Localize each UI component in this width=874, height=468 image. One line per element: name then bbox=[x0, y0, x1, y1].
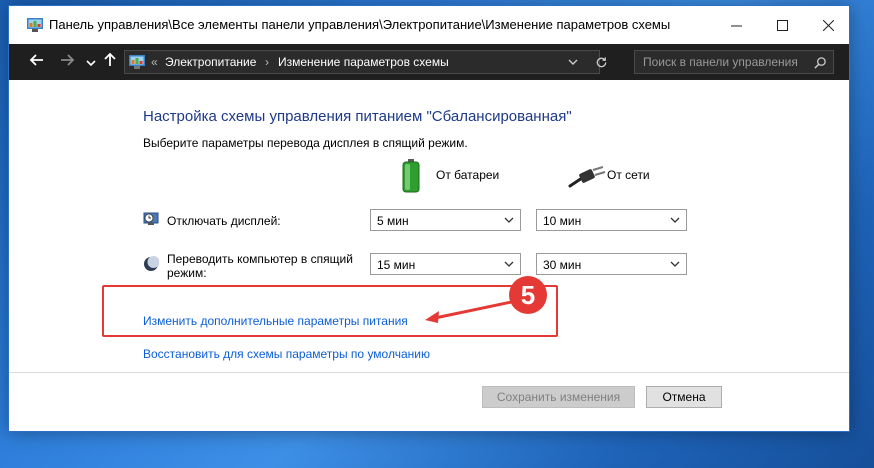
sleep-ac-value: 30 мин bbox=[543, 258, 582, 272]
arrow-left-icon bbox=[29, 54, 43, 66]
column-header-ac: От сети bbox=[607, 168, 650, 182]
column-header-battery: От батареи bbox=[436, 168, 500, 182]
advanced-power-settings-link[interactable]: Изменить дополнительные параметры питани… bbox=[143, 314, 408, 328]
main-content: Настройка схемы управления питанием "Сба… bbox=[9, 80, 849, 433]
close-button[interactable] bbox=[805, 6, 851, 44]
chevron-down-icon bbox=[670, 217, 680, 223]
arrow-up-icon bbox=[104, 52, 116, 66]
control-panel-icon bbox=[129, 55, 145, 69]
minimize-button[interactable] bbox=[713, 6, 759, 44]
back-button[interactable] bbox=[29, 52, 45, 74]
control-panel-icon bbox=[27, 18, 43, 32]
breadcrumb-power-options[interactable]: Электропитание bbox=[165, 55, 256, 69]
address-history-icon[interactable] bbox=[568, 58, 578, 66]
address-bar[interactable]: « Электропитание › Изменение параметров … bbox=[124, 50, 607, 74]
title-bar: Панель управления\Все элементы панели уп… bbox=[9, 6, 849, 44]
recent-locations-button[interactable] bbox=[86, 54, 96, 74]
cancel-button[interactable]: Отмена bbox=[646, 386, 722, 408]
control-panel-window: Панель управления\Все элементы панели уп… bbox=[8, 5, 850, 432]
maximize-icon bbox=[776, 19, 788, 31]
display-off-battery-value: 5 мин bbox=[377, 214, 409, 228]
sleep-battery-value: 15 мин bbox=[377, 258, 416, 272]
sleep-ac-select[interactable]: 30 мин bbox=[536, 253, 687, 275]
footer-divider bbox=[9, 372, 849, 373]
sleep-battery-select[interactable]: 15 мин bbox=[370, 253, 521, 275]
display-off-battery-select[interactable]: 5 мин bbox=[370, 209, 521, 231]
search-icon[interactable] bbox=[814, 56, 827, 69]
display-off-label: Отключать дисплей: bbox=[167, 214, 281, 228]
page-title: Настройка схемы управления питанием "Сба… bbox=[143, 108, 572, 125]
up-button[interactable] bbox=[102, 52, 118, 74]
window-title: Панель управления\Все элементы панели уп… bbox=[49, 17, 671, 32]
close-icon bbox=[822, 19, 834, 31]
annotation-arrow-icon bbox=[425, 298, 523, 323]
display-off-ac-value: 10 мин bbox=[543, 214, 582, 228]
chevron-down-icon bbox=[504, 217, 514, 223]
sleep-moon-icon bbox=[144, 256, 159, 271]
refresh-icon[interactable] bbox=[595, 56, 608, 69]
chevron-down-icon bbox=[86, 60, 96, 67]
power-plug-icon bbox=[568, 166, 606, 188]
forward-button[interactable] bbox=[59, 52, 75, 74]
annotation-step-badge: 5 bbox=[509, 276, 547, 314]
breadcrumb-separator: › bbox=[265, 55, 269, 69]
restore-defaults-link[interactable]: Восстановить для схемы параметры по умол… bbox=[143, 347, 430, 361]
arrow-right-icon bbox=[61, 54, 75, 66]
chevron-down-icon bbox=[670, 261, 680, 267]
navigation-bar: « Электропитание › Изменение параметров … bbox=[9, 44, 849, 80]
breadcrumb-edit-plan[interactable]: Изменение параметров схемы bbox=[278, 55, 449, 69]
search-box[interactable]: Поиск в панели управления bbox=[634, 50, 834, 74]
sleep-label: Переводить компьютер в спящий режим: bbox=[167, 252, 353, 280]
maximize-button[interactable] bbox=[759, 6, 805, 44]
chevron-down-icon bbox=[504, 261, 514, 267]
save-changes-button[interactable]: Сохранить изменения bbox=[482, 386, 635, 408]
display-off-ac-select[interactable]: 10 мин bbox=[536, 209, 687, 231]
minimize-icon bbox=[730, 25, 742, 26]
monitor-clock-icon bbox=[143, 212, 159, 225]
battery-icon bbox=[402, 159, 420, 193]
address-overflow[interactable]: « bbox=[151, 55, 158, 69]
search-input[interactable]: Поиск в панели управления bbox=[643, 55, 798, 69]
page-description: Выберите параметры перевода дисплея в сп… bbox=[143, 136, 468, 150]
